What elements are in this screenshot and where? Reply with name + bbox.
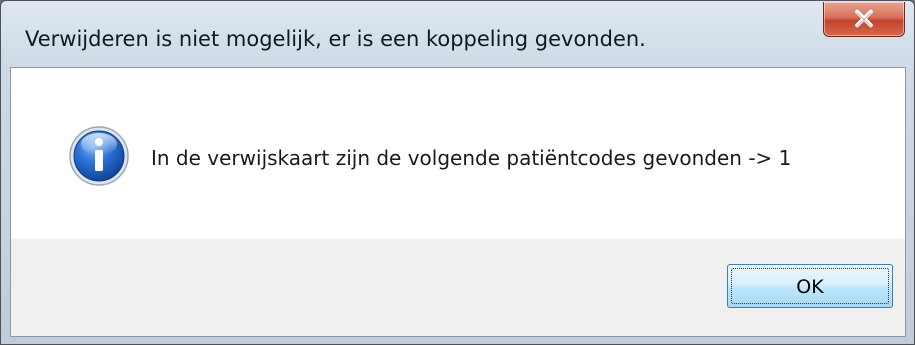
- ok-button[interactable]: OK: [727, 264, 893, 308]
- ok-button-label: OK: [796, 276, 824, 298]
- dialog-body: In de verwijskaart zijn de volgende pati…: [10, 67, 906, 337]
- title-bar[interactable]: Verwijderen is niet mogelijk, er is een …: [1, 1, 914, 67]
- message-area: In de verwijskaart zijn de volgende pati…: [11, 68, 905, 239]
- dialog-title: Verwijderen is niet mogelijk, er is een …: [25, 27, 646, 51]
- message-dialog: Verwijderen is niet mogelijk, er is een …: [0, 0, 915, 345]
- close-button[interactable]: [823, 2, 905, 37]
- close-icon: [855, 9, 873, 28]
- message-text: In de verwijskaart zijn de volgende pati…: [151, 146, 792, 170]
- info-icon: [69, 126, 129, 186]
